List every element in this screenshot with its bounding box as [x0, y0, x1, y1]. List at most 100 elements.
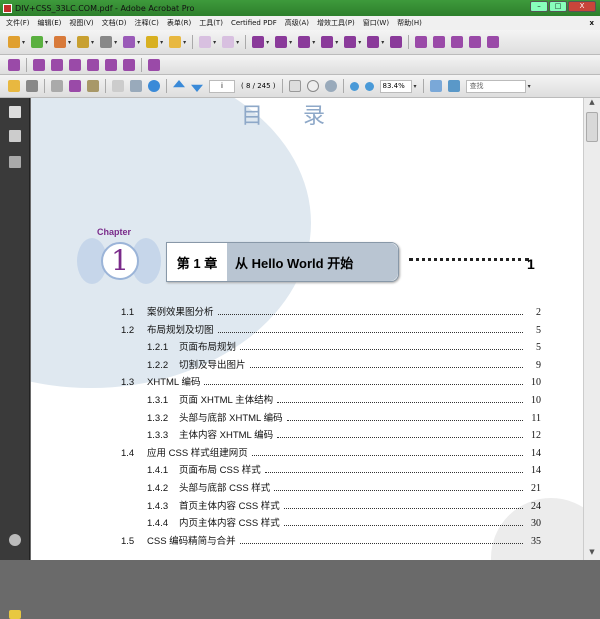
close-document-button[interactable]: x [589, 19, 594, 27]
zoom-tool-icon[interactable] [324, 80, 337, 92]
chevron-down-icon[interactable]: ▾ [68, 39, 71, 46]
form5-icon[interactable] [487, 36, 500, 48]
chevron-down-icon[interactable]: ▾ [114, 39, 117, 46]
sign-icon[interactable] [100, 36, 113, 48]
scroll-down-icon[interactable]: ▼ [584, 548, 600, 560]
rotate-page-icon[interactable] [87, 58, 99, 71]
menu-item[interactable]: 文件(F) [6, 18, 30, 28]
search-input[interactable]: 查找 [465, 79, 526, 93]
scrollbar-thumb[interactable] [586, 112, 598, 142]
pages-icon[interactable] [9, 106, 21, 118]
close-button[interactable]: X [568, 1, 596, 12]
page-tool-icon[interactable] [199, 36, 212, 48]
attach-icon[interactable] [87, 80, 99, 92]
menu-item[interactable]: 高级(A) [285, 18, 309, 28]
rectangle-icon[interactable] [275, 36, 288, 48]
chevron-down-icon[interactable]: ▾ [289, 39, 292, 46]
chevron-down-icon[interactable]: ▾ [45, 39, 48, 46]
chevron-down-icon[interactable]: ▾ [312, 39, 315, 46]
crop-icon[interactable] [390, 36, 403, 48]
toc-entry[interactable]: 1.2.2 切割及导出图片 9 [121, 357, 541, 375]
save-icon[interactable] [112, 80, 124, 92]
chevron-down-icon[interactable]: ▾ [266, 39, 269, 46]
scan-icon[interactable] [51, 80, 63, 92]
toc-entry[interactable]: 1.4.2 头部与底部 CSS 样式 21 [121, 480, 541, 498]
chevron-down-icon[interactable]: ▾ [335, 39, 338, 46]
toc-entry[interactable]: 1.3.3 主体内容 XHTML 编码 12 [121, 427, 541, 445]
menu-item[interactable]: 帮助(H) [397, 18, 422, 28]
zoom-level-input[interactable]: 83.4% [379, 79, 412, 93]
chevron-down-icon[interactable]: ▾ [137, 39, 140, 46]
chapter-heading[interactable]: 第 1 章 从 Hello World 开始 [166, 242, 399, 282]
menu-item[interactable]: 窗口(W) [363, 18, 389, 28]
toc-entry[interactable]: 1.4 应用 CSS 样式组建网页 14 [121, 445, 541, 463]
menu-item[interactable]: Certified PDF [231, 19, 277, 27]
comment-icon[interactable] [169, 36, 182, 48]
measure-icon[interactable] [298, 36, 311, 48]
combine-icon[interactable] [31, 36, 44, 48]
chevron-down-icon[interactable]: ▾ [91, 39, 94, 46]
toc-entry[interactable]: 1.4.3 首页主体内容 CSS 样式 24 [121, 498, 541, 516]
toc-entry[interactable]: 1.5 CSS 编码精简与合并 35 [121, 533, 541, 551]
crop-page-icon[interactable] [105, 58, 117, 71]
toc-entry[interactable]: 1.1 案例效果图分析 2 [121, 304, 541, 322]
text-edit-icon[interactable] [344, 36, 357, 48]
select-object-icon[interactable] [252, 36, 265, 48]
chevron-down-icon[interactable]: ▾ [528, 83, 531, 90]
page-number-input[interactable]: i [209, 79, 235, 93]
menu-item[interactable]: 工具(T) [199, 18, 223, 28]
menu-item[interactable]: 视图(V) [69, 18, 93, 28]
web-icon[interactable] [148, 80, 160, 92]
share-icon[interactable] [69, 80, 81, 92]
number-page-icon[interactable] [123, 58, 135, 71]
menu-item[interactable]: 注释(C) [135, 18, 159, 28]
chevron-down-icon[interactable]: ▾ [381, 39, 384, 46]
toc-entry[interactable]: 1.2 布局规划及切图 5 [121, 322, 541, 340]
toc-entry[interactable]: 1.4.4 内页主体内容 CSS 样式 30 [121, 515, 541, 533]
collaborate-icon[interactable] [54, 36, 67, 48]
delete-page-icon[interactable] [69, 58, 81, 71]
pin-icon[interactable] [367, 36, 380, 48]
comments-icon[interactable] [9, 610, 21, 619]
chevron-down-icon[interactable]: ▾ [160, 39, 163, 46]
vertical-scrollbar[interactable]: ▲ ▼ [583, 98, 600, 560]
fit-page-icon[interactable] [429, 80, 442, 92]
menu-item[interactable]: 编辑(E) [38, 18, 62, 28]
next-page-icon[interactable] [191, 84, 203, 92]
text-icon[interactable] [321, 36, 334, 48]
toc-entry[interactable]: 1.3.2 头部与底部 XHTML 编码 11 [121, 410, 541, 428]
scroll-up-icon[interactable]: ▲ [584, 98, 600, 110]
form3-icon[interactable] [451, 36, 464, 48]
hand-tool-icon[interactable] [306, 80, 319, 92]
previous-page-icon[interactable] [173, 80, 185, 88]
review-icon[interactable] [146, 36, 159, 48]
attachments-icon[interactable] [9, 534, 21, 546]
menu-item[interactable]: 文档(D) [102, 18, 127, 28]
select-tool-icon[interactable] [288, 80, 301, 92]
toc-entry[interactable]: 1.3 XHTML 编码 10 [121, 374, 541, 392]
split-icon[interactable] [148, 58, 160, 71]
signatures-icon[interactable] [9, 156, 21, 168]
minimize-button[interactable]: – [530, 1, 548, 12]
form4-icon[interactable] [469, 36, 482, 48]
menu-item[interactable]: 增效工具(P) [317, 18, 355, 28]
zoom-out-icon[interactable] [349, 81, 359, 91]
maximize-button[interactable]: □ [549, 1, 567, 12]
toc-entry[interactable]: 1.2.1 页面布局规划 5 [121, 339, 541, 357]
form2-icon[interactable] [433, 36, 446, 48]
email-icon[interactable] [130, 80, 142, 92]
toc-entry[interactable]: 1.3.1 页面 XHTML 主体结构 10 [121, 392, 541, 410]
insert-page-icon[interactable] [8, 58, 20, 71]
toc-entry[interactable]: 1.4.1 页面布局 CSS 样式 14 [121, 462, 541, 480]
chevron-down-icon[interactable]: ▾ [414, 83, 417, 90]
extract-page-icon[interactable] [33, 58, 45, 71]
chevron-down-icon[interactable]: ▾ [213, 39, 216, 46]
full-screen-icon[interactable] [447, 80, 460, 92]
create-pdf-icon[interactable] [8, 36, 20, 48]
chevron-down-icon[interactable]: ▾ [22, 39, 25, 46]
bookmarks-icon[interactable] [9, 130, 21, 142]
form1-icon[interactable] [415, 36, 428, 48]
menu-item[interactable]: 表单(R) [167, 18, 191, 28]
secure-icon[interactable] [77, 36, 90, 48]
chevron-down-icon[interactable]: ▾ [358, 39, 361, 46]
